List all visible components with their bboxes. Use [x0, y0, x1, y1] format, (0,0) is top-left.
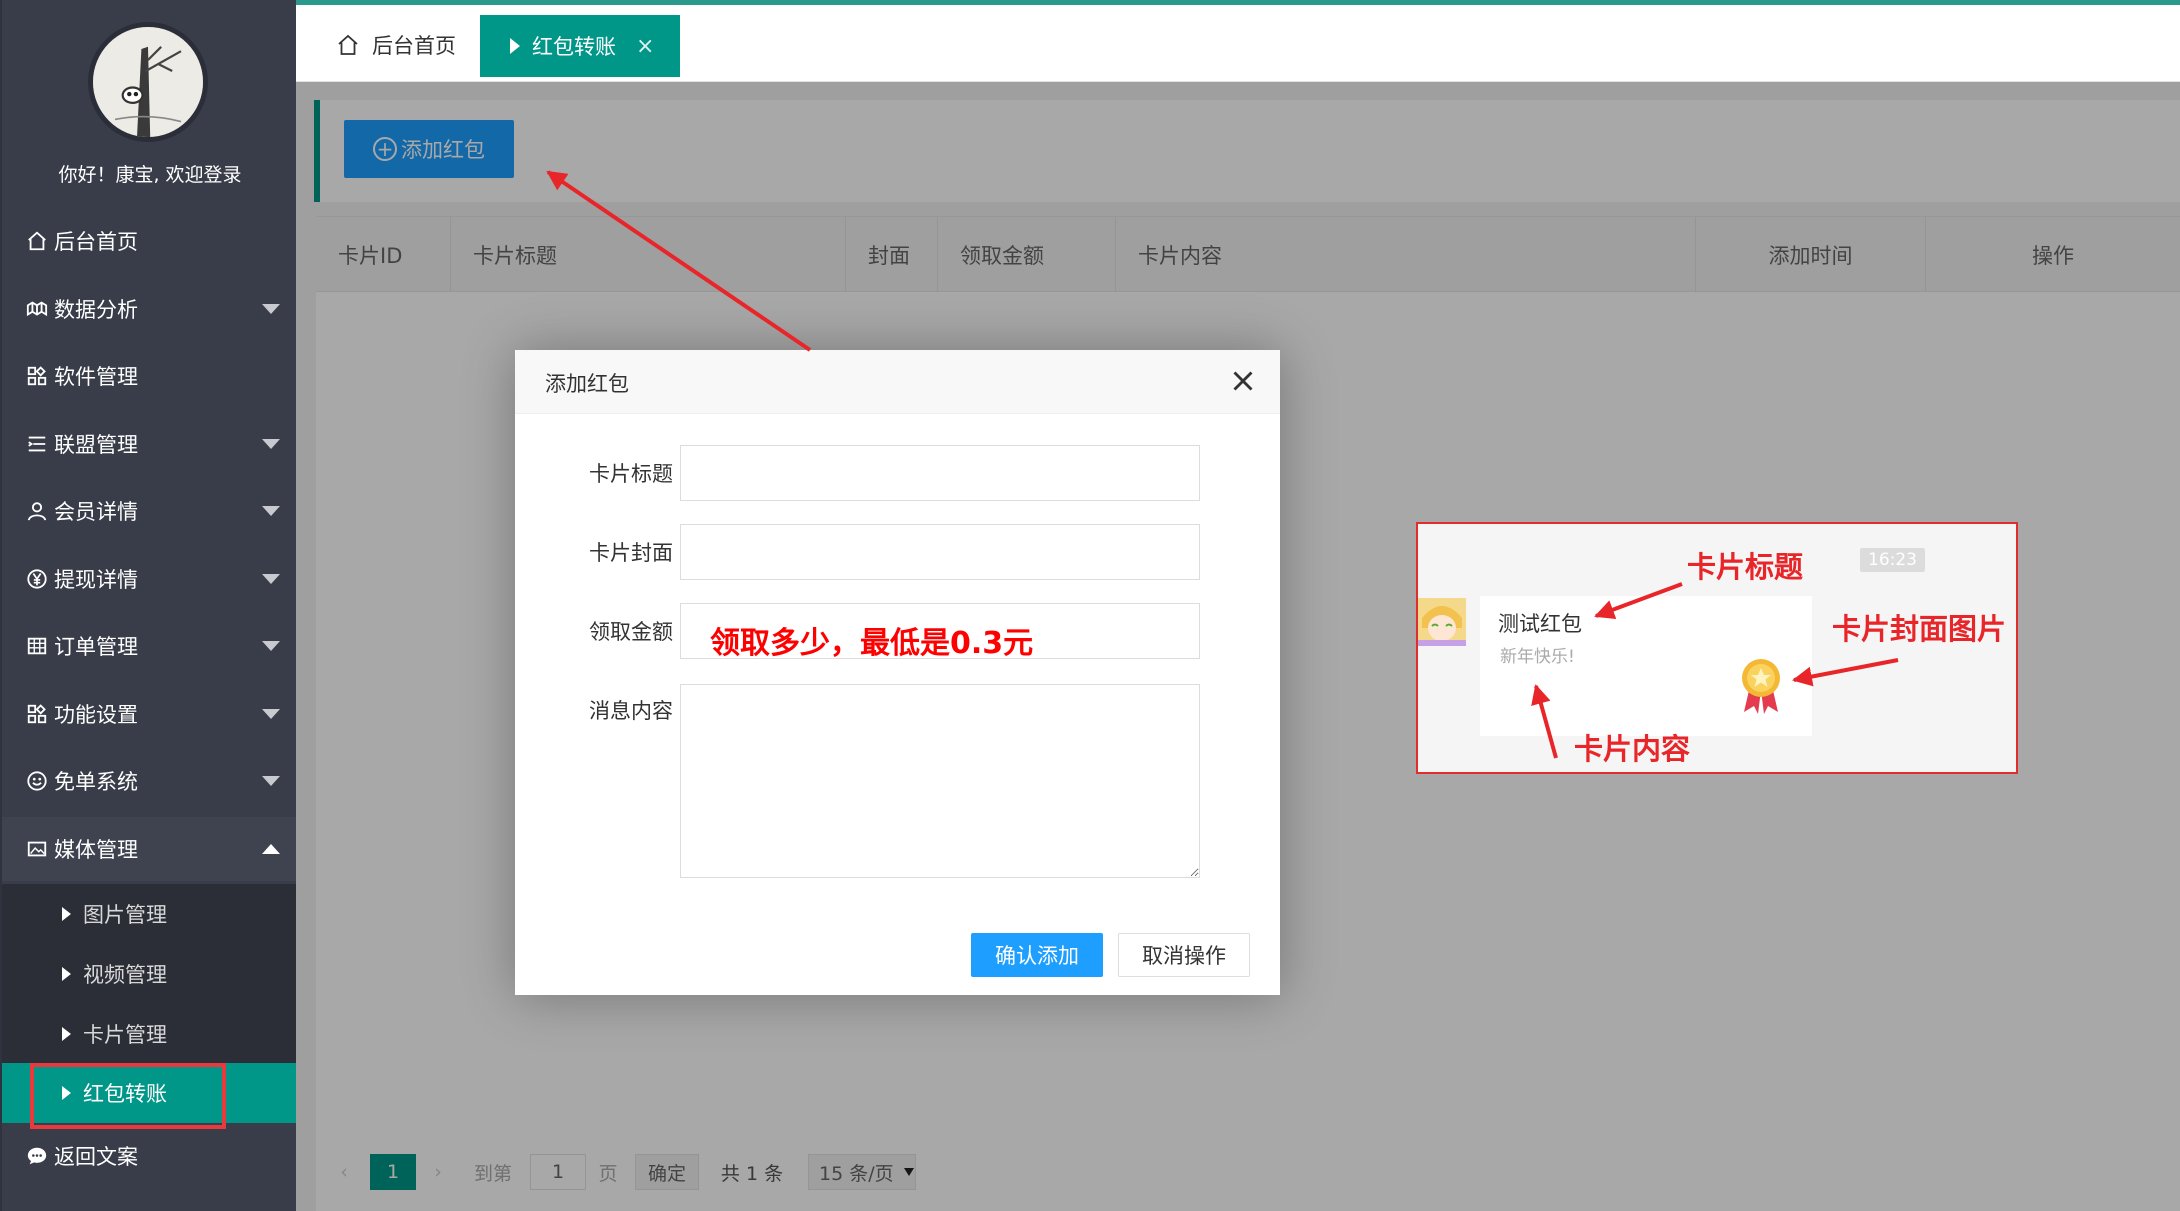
analytics-icon: [26, 298, 48, 320]
user-icon: [26, 500, 48, 522]
chat-icon: [26, 1145, 48, 1167]
message-time: 16:23: [1860, 548, 1925, 572]
chevron-down-icon: [262, 506, 280, 516]
nav-item-reply-copy[interactable]: 返回文案: [2, 1124, 298, 1188]
chevron-down-icon: [262, 776, 280, 786]
subnav-item-images[interactable]: 图片管理: [2, 884, 298, 944]
nav-item-media[interactable]: 媒体管理: [2, 817, 298, 881]
chat-avatar: [1418, 598, 1466, 646]
add-red-packet-dialog: 添加红包 卡片标题 卡片封面 领取金额 领取多少，最低是0.3元 消息内容 确认…: [515, 350, 1280, 995]
message-label: 消息内容: [589, 699, 673, 723]
caret-right-icon: [62, 907, 71, 921]
close-icon[interactable]: [1226, 364, 1260, 398]
annotation-card-cover: 卡片封面图片: [1832, 612, 2007, 646]
subnav-item-label: 图片管理: [83, 903, 167, 927]
preview-card: 测试红包 新年快乐!: [1480, 596, 1812, 736]
nav-item-label: 提现详情: [54, 568, 138, 592]
amount-label: 领取金额: [589, 620, 673, 644]
nav-item-analytics[interactable]: 数据分析: [2, 277, 298, 341]
caret-right-icon: [62, 967, 71, 981]
yen-icon: [26, 568, 48, 590]
cancel-button[interactable]: 取消操作: [1118, 933, 1250, 977]
smile-icon: [26, 770, 48, 792]
card-cover-label: 卡片封面: [589, 541, 673, 565]
table-icon: [26, 635, 48, 657]
chevron-down-icon: [262, 439, 280, 449]
subnav-item-label: 红包转账: [83, 1082, 167, 1106]
nav-item-label: 订单管理: [54, 635, 138, 659]
subnav-item-cards[interactable]: 卡片管理: [2, 1004, 298, 1064]
amount-input[interactable]: [680, 603, 1200, 659]
subnav-item-videos[interactable]: 视频管理: [2, 944, 298, 1004]
nav-item-alliance[interactable]: 联盟管理: [2, 412, 298, 476]
chevron-down-icon: [262, 709, 280, 719]
chevron-down-icon: [262, 574, 280, 584]
subnav-item-red-packet[interactable]: 红包转账: [2, 1063, 298, 1123]
tab-home[interactable]: 后台首页: [336, 25, 456, 65]
confirm-add-button[interactable]: 确认添加: [971, 933, 1103, 977]
nav-item-software[interactable]: 软件管理: [2, 344, 298, 408]
nav-item-label: 会员详情: [54, 500, 138, 524]
nav-item-label: 返回文案: [54, 1145, 138, 1169]
grid-icon: [26, 703, 48, 725]
chevron-up-icon: [262, 844, 280, 854]
nav-item-free-order[interactable]: 免单系统: [2, 749, 298, 813]
nav-item-members[interactable]: 会员详情: [2, 479, 298, 543]
nav-item-label: 功能设置: [54, 703, 138, 727]
preview-card-content: 新年快乐!: [1500, 647, 1575, 667]
nav-item-label: 后台首页: [54, 230, 138, 254]
tab-label: 后台首页: [372, 34, 456, 58]
tab-red-packet[interactable]: 红包转账 ×: [480, 15, 680, 77]
welcome-text: 你好！康宝, 欢迎登录: [58, 164, 242, 186]
tab-label: 红包转账: [532, 35, 616, 59]
caret-right-icon: [510, 38, 520, 54]
card-title-label: 卡片标题: [589, 462, 673, 486]
annotation-card-title: 卡片标题: [1687, 550, 1804, 584]
message-textarea[interactable]: [680, 684, 1200, 878]
caret-right-icon: [62, 1027, 71, 1041]
preview-card-title: 测试红包: [1498, 612, 1582, 636]
card-cover-input[interactable]: [680, 524, 1200, 580]
dialog-header: 添加红包: [515, 350, 1280, 414]
card-title-input[interactable]: [680, 445, 1200, 501]
annotation-card-content: 卡片内容: [1574, 732, 1691, 766]
nav-item-orders[interactable]: 订单管理: [2, 614, 298, 678]
nav-item-label: 媒体管理: [54, 838, 138, 862]
close-icon[interactable]: ×: [636, 34, 654, 59]
nav-item-withdrawals[interactable]: 提现详情: [2, 547, 298, 611]
list-icon: [26, 433, 48, 455]
subnav-item-label: 卡片管理: [83, 1023, 167, 1047]
nav-item-settings[interactable]: 功能设置: [2, 682, 298, 746]
nav-item-dashboard[interactable]: 后台首页: [2, 209, 298, 273]
chevron-down-icon: [262, 304, 280, 314]
nav-item-label: 免单系统: [54, 770, 138, 794]
media-submenu: 图片管理 视频管理 卡片管理: [2, 884, 298, 1064]
grid-icon: [26, 365, 48, 387]
medal-icon: [1742, 659, 1780, 714]
caret-right-icon: [62, 1086, 71, 1100]
image-icon: [26, 838, 48, 860]
subnav-item-label: 视频管理: [83, 963, 167, 987]
chevron-down-icon: [262, 641, 280, 651]
home-icon: [338, 34, 358, 55]
nav-item-label: 联盟管理: [54, 433, 138, 457]
nav-item-label: 软件管理: [54, 365, 138, 389]
dialog-title: 添加红包: [545, 372, 629, 396]
sidebar: 你好！康宝, 欢迎登录 后台首页 数据分析 软件管理 联盟管理 会员详情 提现详…: [0, 0, 298, 1211]
tab-bar: 后台首页 红包转账 ×: [296, 5, 2180, 82]
home-icon: [26, 230, 48, 252]
avatar[interactable]: [88, 22, 208, 142]
nav-item-label: 数据分析: [54, 298, 138, 322]
